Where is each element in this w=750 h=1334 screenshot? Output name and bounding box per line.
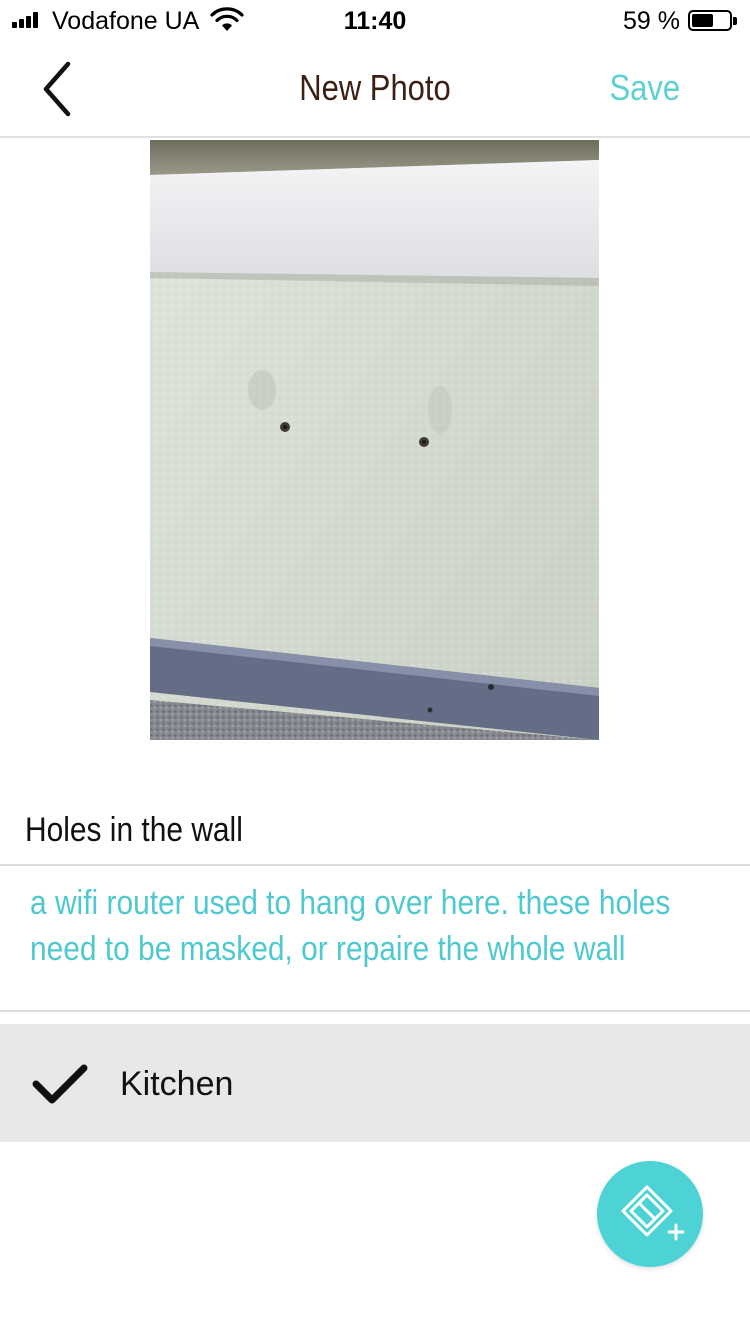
photo-preview[interactable]: [150, 140, 599, 740]
wall-photo-image: [150, 140, 599, 740]
status-bar: Vodafone UA 11:40 59 %: [0, 0, 750, 40]
add-floorplan-icon: [621, 1185, 685, 1241]
add-floorplan-button[interactable]: [597, 1161, 703, 1267]
battery-level-fill: [692, 14, 713, 27]
room-option-kitchen[interactable]: Kitchen: [0, 1024, 750, 1142]
save-button[interactable]: Save: [609, 66, 680, 110]
checkmark-icon: [32, 1064, 88, 1104]
room-label: Kitchen: [120, 1065, 234, 1103]
navigation-bar: New Photo Save: [0, 40, 750, 138]
new-photo-screen: Vodafone UA 11:40 59 % New Photo Save Ho…: [0, 0, 750, 1334]
battery-percentage: 59 %: [623, 7, 680, 35]
divider: [0, 1010, 750, 1012]
divider: [0, 864, 750, 866]
battery-icon: [688, 10, 737, 31]
photo-description-field[interactable]: a wifi router used to hang over here. th…: [30, 880, 716, 972]
photo-title-field[interactable]: Holes in the wall: [25, 808, 243, 852]
page-title: New Photo: [299, 67, 451, 108]
